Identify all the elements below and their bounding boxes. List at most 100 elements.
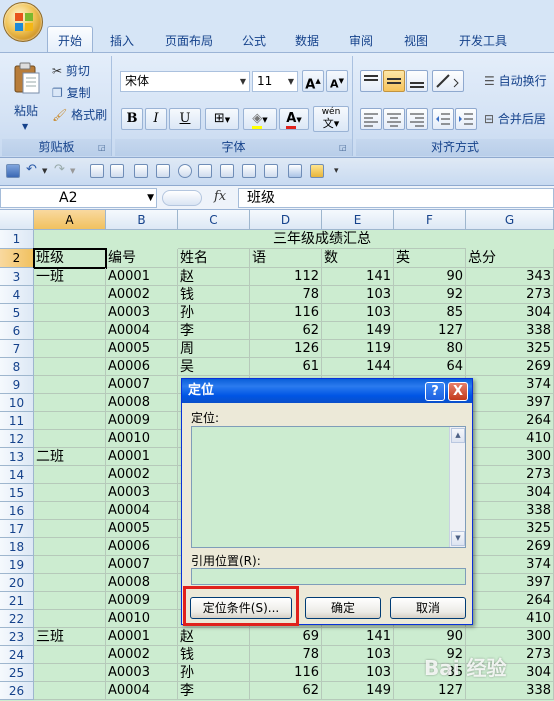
cell[interactable]	[34, 286, 106, 304]
row-header[interactable]: 19	[0, 556, 34, 574]
cell[interactable]: 410	[466, 610, 554, 628]
cell[interactable]	[34, 538, 106, 556]
row-header[interactable]: 20	[0, 574, 34, 592]
cell[interactable]: 374	[466, 556, 554, 574]
cell[interactable]: A0002	[106, 646, 178, 664]
copy-button[interactable]: ❐ 复制	[52, 84, 91, 102]
cancel-button[interactable]: 取消	[390, 597, 466, 619]
cell[interactable]: A0006	[106, 538, 178, 556]
cell[interactable]: 300	[466, 448, 554, 466]
cell[interactable]: 343	[466, 268, 554, 286]
cell[interactable]: A0005	[106, 340, 178, 358]
cell[interactable]: 116	[250, 664, 322, 682]
align-top-icon[interactable]	[360, 70, 382, 92]
cell[interactable]	[34, 430, 106, 448]
cell[interactable]	[34, 394, 106, 412]
name-box[interactable]: A2 ▼	[0, 188, 157, 208]
header-cell[interactable]: 姓名	[178, 249, 250, 268]
cell[interactable]: 61	[250, 358, 322, 376]
tab-insert[interactable]: 插入	[102, 30, 142, 52]
cell[interactable]	[34, 376, 106, 394]
cell[interactable]: 119	[322, 340, 394, 358]
tab-developer[interactable]: 开发工具	[450, 30, 516, 52]
italic-button[interactable]: I	[145, 108, 167, 130]
cell[interactable]: 338	[466, 322, 554, 340]
row-header[interactable]: 18	[0, 538, 34, 556]
cell[interactable]: 85	[394, 304, 466, 322]
cell[interactable]: 397	[466, 574, 554, 592]
cell[interactable]: 92	[394, 286, 466, 304]
increase-indent-icon[interactable]	[455, 108, 477, 130]
column-header[interactable]: C	[178, 210, 250, 230]
bold-button[interactable]: B	[121, 108, 143, 130]
cell[interactable]: 80	[394, 340, 466, 358]
row-header[interactable]: 3	[0, 268, 34, 286]
cell[interactable]: A0001	[106, 628, 178, 646]
column-header[interactable]: F	[394, 210, 466, 230]
align-middle-icon[interactable]	[383, 70, 405, 92]
phonetic-button[interactable]: wén 文▾	[313, 106, 349, 132]
scroll-down-icon[interactable]: ▼	[451, 531, 465, 546]
cell[interactable]	[34, 502, 106, 520]
cell[interactable]: A0006	[106, 358, 178, 376]
cell[interactable]: 69	[250, 628, 322, 646]
sheet-title-cell[interactable]: 三年级成绩汇总	[178, 230, 466, 249]
cell[interactable]: 周	[178, 340, 250, 358]
cell[interactable]: 二班	[34, 448, 106, 466]
cell[interactable]: A0009	[106, 592, 178, 610]
sheet-icon[interactable]	[134, 164, 148, 178]
cell[interactable]: A0010	[106, 610, 178, 628]
cell[interactable]: 钱	[178, 646, 250, 664]
tab-review[interactable]: 审阅	[341, 30, 381, 52]
cell[interactable]: 264	[466, 592, 554, 610]
copy-icon[interactable]	[110, 164, 124, 178]
row-header[interactable]: 16	[0, 502, 34, 520]
cell[interactable]: 62	[250, 322, 322, 340]
shrink-font-button[interactable]: A▼	[326, 70, 348, 92]
cell[interactable]	[34, 610, 106, 628]
cell[interactable]: A0004	[106, 322, 178, 340]
row-header[interactable]: 5	[0, 304, 34, 322]
cell[interactable]: 410	[466, 430, 554, 448]
align-left-icon[interactable]	[360, 108, 382, 130]
column-header[interactable]: G	[466, 210, 554, 230]
font-color-button[interactable]: A▼	[279, 108, 309, 130]
help-icon[interactable]: ?	[425, 382, 445, 401]
cell[interactable]: 78	[250, 286, 322, 304]
row-header[interactable]: 23	[0, 628, 34, 646]
cell[interactable]	[34, 682, 106, 700]
folder-icon[interactable]	[310, 164, 324, 178]
cell[interactable]: 264	[466, 412, 554, 430]
align-bottom-icon[interactable]	[406, 70, 428, 92]
cell[interactable]: 325	[466, 520, 554, 538]
paste-button[interactable]: 粘贴 ▼	[8, 62, 44, 134]
column-header[interactable]: D	[250, 210, 322, 230]
cell[interactable]: 325	[466, 340, 554, 358]
cell[interactable]: A0005	[106, 520, 178, 538]
cell[interactable]	[34, 322, 106, 340]
print-preview-icon[interactable]	[90, 164, 104, 178]
row-header[interactable]: 26	[0, 682, 34, 700]
select-all-corner[interactable]	[0, 210, 34, 230]
cell[interactable]	[34, 484, 106, 502]
cell[interactable]: 孙	[178, 664, 250, 682]
cell[interactable]: 赵	[178, 268, 250, 286]
row-header[interactable]: 25	[0, 664, 34, 682]
align-center-icon[interactable]	[383, 108, 405, 130]
cell[interactable]: 64	[394, 358, 466, 376]
wrap-text-button[interactable]: ☰ 自动换行	[484, 72, 547, 90]
header-cell[interactable]: 班级	[34, 249, 106, 268]
row-header[interactable]: 15	[0, 484, 34, 502]
cell[interactable]: 103	[322, 304, 394, 322]
format-painter-button[interactable]: 🖌 格式刷	[52, 106, 107, 124]
cell[interactable]: 269	[466, 358, 554, 376]
grow-font-button[interactable]: A▲	[302, 70, 324, 92]
cell[interactable]: 李	[178, 322, 250, 340]
cell[interactable]: 269	[466, 538, 554, 556]
cell[interactable]: 103	[322, 286, 394, 304]
cell[interactable]: 赵	[178, 628, 250, 646]
cell[interactable]: 吴	[178, 358, 250, 376]
row-header[interactable]: 17	[0, 520, 34, 538]
list-icon[interactable]	[264, 164, 278, 178]
cell[interactable]: A0002	[106, 466, 178, 484]
